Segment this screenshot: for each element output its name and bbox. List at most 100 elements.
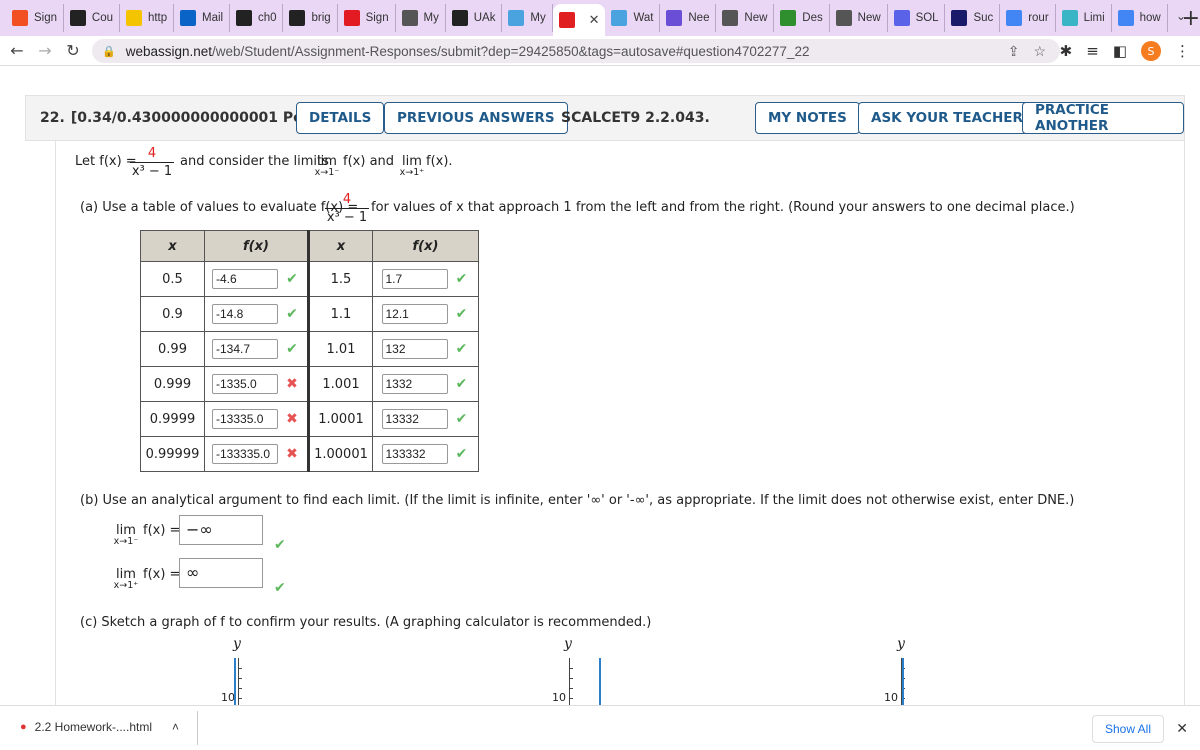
- reading-list-icon[interactable]: ≡: [1086, 42, 1099, 60]
- close-tab-icon[interactable]: ✕: [589, 12, 600, 28]
- menu-kebab-icon[interactable]: ⋮: [1175, 42, 1190, 60]
- practice-another-button[interactable]: PRACTICE ANOTHER: [1022, 102, 1184, 134]
- limit-left-answer-input[interactable]: −∞: [179, 515, 263, 545]
- tab-label: Sign: [34, 12, 58, 24]
- browser-tab[interactable]: Suc: [945, 4, 1001, 32]
- fx-answer-input[interactable]: -14.8: [212, 304, 278, 324]
- fx-answer-input[interactable]: 132: [381, 339, 448, 359]
- header-x-right: x: [307, 230, 373, 262]
- tab-bar: Sign Cou http Mail ch0 brig Sign My UAk My ✕ Wat Nee…: [0, 0, 1200, 36]
- tab-label: Limi: [1083, 12, 1105, 24]
- check-icon: ✔: [286, 341, 298, 357]
- microsoft-icon: [12, 10, 28, 26]
- browser-tab[interactable]: rour: [1000, 4, 1056, 32]
- mcgraw-icon: [343, 10, 360, 26]
- x-value: 0.9: [140, 296, 205, 332]
- question-header: 22. [0.34/0.430000000000001 Points] DETA…: [25, 95, 1185, 141]
- browser-tab[interactable]: Nee: [660, 4, 717, 32]
- browser-tab[interactable]: Sign: [6, 4, 64, 32]
- tab-label: Wat: [633, 12, 654, 24]
- d2l-icon: [69, 10, 86, 26]
- x-value: 1.00001: [307, 436, 373, 472]
- ask-teacher-button[interactable]: ASK YOUR TEACHER: [858, 102, 1036, 134]
- browser-tab[interactable]: brig: [283, 4, 338, 32]
- browser-tab[interactable]: ch0: [230, 4, 284, 32]
- x-value: 1.01: [307, 331, 373, 367]
- url-input[interactable]: 🔒 webassign.net/web/Student/Assignment-R…: [92, 39, 1060, 63]
- fraction-bar: [130, 162, 174, 163]
- browser-tab[interactable]: Des: [774, 4, 830, 32]
- graph-1-tick: [238, 688, 242, 689]
- close-download-bar-icon[interactable]: ✕: [1176, 720, 1188, 737]
- fx-answer-input[interactable]: -4.6: [212, 269, 278, 289]
- table-row: 0.5 -4.6 ✔ 1.5 1.7 ✔: [140, 261, 479, 297]
- details-button[interactable]: DETAILS: [296, 102, 385, 134]
- browser-tab[interactable]: Limi: [1056, 4, 1112, 32]
- browser-tab[interactable]: how: [1112, 4, 1168, 32]
- fx-answer-input[interactable]: -1335.0: [212, 374, 278, 394]
- lim-subscript: x→1⁻: [314, 167, 340, 178]
- graph-1-tick: [238, 678, 242, 679]
- download-divider: [197, 711, 198, 745]
- reload-button[interactable]: ↻: [62, 41, 84, 60]
- tab-list-chevron-icon[interactable]: ⌄: [1176, 9, 1186, 23]
- download-item[interactable]: ● 2.2 Homework-....html ˄: [20, 720, 179, 734]
- table-row: 0.9 -14.8 ✔ 1.1 12.1 ✔: [140, 296, 479, 332]
- back-button[interactable]: ←: [6, 41, 28, 60]
- bookmark-star-icon[interactable]: ☆: [1033, 43, 1046, 60]
- limit-right-answer-input[interactable]: ∞: [179, 558, 263, 588]
- tab-label: ch0: [258, 12, 277, 24]
- tab-label: My: [423, 12, 439, 24]
- fx-answer-input[interactable]: 12.1: [381, 304, 448, 324]
- intro-limit-right: lim x→1⁺: [395, 154, 429, 178]
- fx-answer-input[interactable]: 13332: [381, 409, 448, 429]
- share-icon[interactable]: ⇪: [1008, 43, 1020, 60]
- browser-tab[interactable]: New: [830, 4, 888, 32]
- fx-answer-input[interactable]: -134.7: [212, 339, 278, 359]
- table-row: 0.999 -1335.0 ✖ 1.001 1332 ✔: [140, 366, 479, 402]
- show-all-button[interactable]: Show All: [1091, 715, 1164, 743]
- limit-left-check-icon: ✔: [274, 537, 286, 553]
- side-panel-icon[interactable]: ◧: [1113, 42, 1127, 60]
- browser-tab[interactable]: New: [716, 4, 775, 32]
- tab-label: Des: [802, 12, 823, 24]
- chrome-icon: [722, 10, 739, 26]
- x-value: 1.1: [307, 296, 373, 332]
- forward-button[interactable]: →: [34, 41, 56, 60]
- s-icon: [666, 10, 683, 26]
- browser-tab[interactable]: Cou: [64, 4, 120, 32]
- tab-label: Mail: [202, 12, 224, 24]
- previous-answers-button[interactable]: PREVIOUS ANSWERS: [384, 102, 568, 134]
- profile-avatar[interactable]: S: [1141, 41, 1161, 61]
- browser-tab[interactable]: http: [120, 4, 175, 32]
- fx-answer-input[interactable]: -133335.0: [212, 444, 278, 464]
- intro-end: f(x).: [426, 154, 453, 169]
- fraction-numerator: 4: [342, 192, 352, 207]
- browser-tab[interactable]: My: [396, 4, 446, 32]
- browser-tab[interactable]: Wat: [605, 4, 661, 32]
- graph-1-tick: [238, 698, 242, 699]
- check-icon: ✔: [455, 411, 468, 427]
- browser-tab[interactable]: Sign: [338, 4, 396, 32]
- browser-tab[interactable]: My: [502, 4, 553, 32]
- extensions-puzzle-icon[interactable]: ✱: [1060, 42, 1073, 60]
- url-host: webassign.net: [125, 43, 213, 59]
- webassign-icon: [558, 12, 575, 28]
- d2l-icon: [451, 10, 468, 26]
- browser-tab[interactable]: ✕: [552, 4, 606, 36]
- tab-label: SOL: [915, 12, 939, 24]
- download-expand-chevron-icon[interactable]: ˄: [172, 720, 179, 734]
- browser-tab[interactable]: Mail: [174, 4, 231, 32]
- browser-tab[interactable]: SOL: [888, 4, 946, 32]
- fx-answer-input[interactable]: 1.7: [381, 269, 448, 289]
- table-row: 0.9999 -13335.0 ✖ 1.0001 13332 ✔: [140, 401, 479, 437]
- browser-tab[interactable]: UAk: [446, 4, 503, 32]
- tab-label: Suc: [973, 12, 994, 24]
- fx-answer-input[interactable]: -13335.0: [212, 409, 278, 429]
- dots-icon: [611, 10, 628, 26]
- fx-answer-input[interactable]: 1332: [381, 374, 448, 394]
- my-notes-button[interactable]: MY NOTES: [755, 102, 860, 134]
- fx-answer-input[interactable]: 133332: [381, 444, 448, 464]
- tab-label: New: [857, 12, 881, 24]
- google-icon: [1006, 10, 1023, 26]
